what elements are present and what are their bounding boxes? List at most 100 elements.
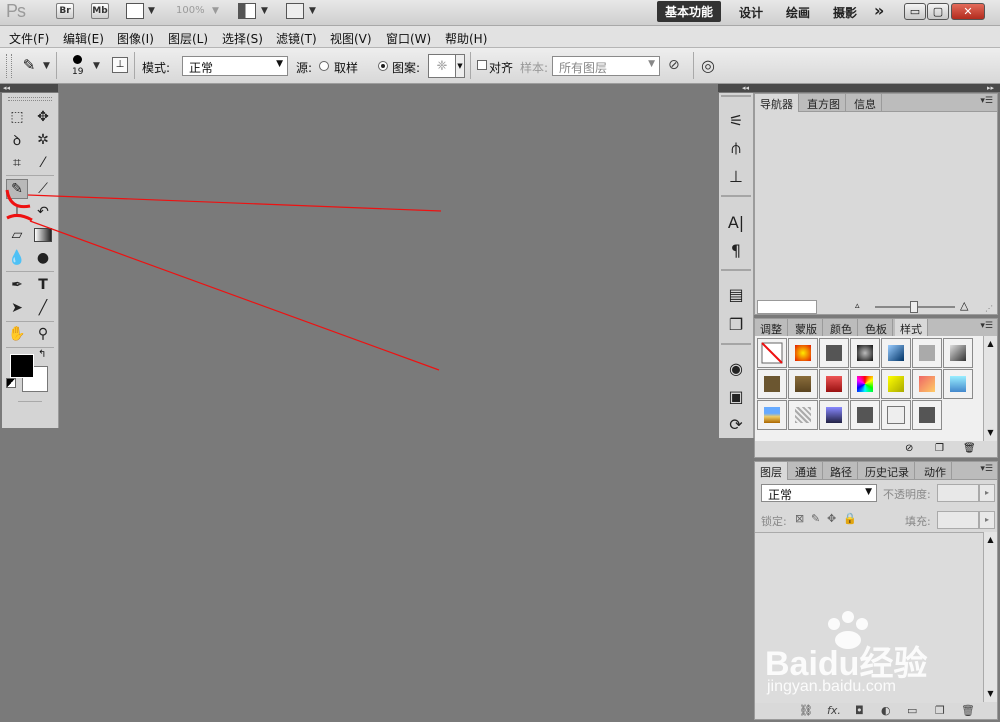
maximize-button[interactable]: ▢ [927, 3, 949, 20]
style-swatch[interactable] [912, 400, 942, 430]
healing-brush-icon[interactable]: ✎ [16, 54, 42, 76]
style-swatch[interactable] [819, 369, 849, 399]
zoom-tool-icon[interactable]: ⚲ [32, 324, 54, 344]
style-swatch[interactable] [788, 369, 818, 399]
tab-channels[interactable]: 通道 [790, 462, 823, 479]
zoom-in-icon[interactable]: △ [960, 299, 968, 312]
menu-window[interactable]: 窗口(W) [386, 30, 431, 47]
lock-transparent-icon[interactable]: ⊠ [795, 512, 804, 525]
gradient-tool-icon[interactable] [32, 225, 54, 245]
lock-position-icon[interactable]: ✥ [827, 512, 836, 525]
lock-all-icon[interactable]: 🔒 [843, 512, 857, 525]
menu-help[interactable]: 帮助(H) [445, 30, 487, 47]
type-tool-icon[interactable]: T [32, 275, 54, 295]
pattern-picker[interactable]: ❈ [428, 54, 456, 78]
panel-menu-icon[interactable]: ▾☰ [980, 321, 993, 331]
menu-filter[interactable]: 滤镜(T) [276, 30, 317, 47]
new-layer-icon[interactable]: ❐ [935, 704, 945, 717]
minimize-button[interactable]: ▭ [904, 3, 926, 20]
screen-mode-icon[interactable] [286, 3, 304, 19]
magic-wand-tool-icon[interactable]: ✲ [32, 130, 54, 150]
tab-masks[interactable]: 蒙版 [790, 319, 823, 336]
dock-collapse-bar[interactable]: ◂◂ ▸▸ [718, 84, 1000, 92]
opacity-slider-arrow[interactable]: ▸ [979, 484, 995, 502]
source-pattern-radio[interactable] [378, 61, 388, 71]
view-extras-icon[interactable] [126, 3, 144, 19]
workspace-painting[interactable]: 绘画 [786, 4, 810, 21]
style-swatch[interactable] [912, 338, 942, 368]
menu-image[interactable]: 图像(I) [117, 30, 154, 47]
style-swatch[interactable] [850, 369, 880, 399]
crop-tool-icon[interactable]: ⌗ [6, 153, 28, 173]
eraser-tool-icon[interactable]: ▱ [6, 225, 28, 245]
clear-style-icon[interactable]: ⊘ [905, 443, 913, 454]
style-swatch[interactable] [881, 369, 911, 399]
3d-panel-icon[interactable]: ◉ [725, 357, 747, 379]
bridge-button[interactable]: Br [56, 3, 74, 19]
foreground-color-swatch[interactable] [10, 354, 34, 378]
style-swatch[interactable] [850, 338, 880, 368]
style-swatch[interactable] [943, 369, 973, 399]
close-button[interactable]: ✕ [951, 3, 985, 20]
default-colors-icon[interactable] [6, 378, 16, 388]
pen-tool-icon[interactable]: ✒ [6, 275, 28, 295]
panel-menu-icon[interactable]: ▾☰ [980, 464, 993, 474]
tab-styles[interactable]: 样式 [895, 319, 928, 337]
tab-swatches[interactable]: 色板 [860, 319, 893, 336]
chevron-down-icon[interactable]: ▼ [43, 61, 50, 71]
history-brush-tool-icon[interactable]: ↶ [32, 202, 54, 222]
adjustment-layer-icon[interactable]: ◐ [881, 704, 891, 717]
new-style-icon[interactable]: ❐ [935, 443, 944, 454]
delete-layer-icon[interactable]: 🗑 [961, 704, 975, 717]
sample-select[interactable]: 所有图层 ▼ [552, 56, 660, 76]
chevron-down-icon[interactable]: ▼ [148, 6, 155, 16]
animation-panel-icon[interactable]: ▣ [725, 385, 747, 407]
opacity-field[interactable] [937, 484, 979, 502]
chevron-down-icon[interactable]: ▼ [212, 6, 219, 16]
style-swatch-none[interactable] [757, 338, 787, 368]
tab-navigator[interactable]: 导航器 [755, 94, 799, 112]
pressure-icon[interactable]: ◎ [701, 56, 715, 75]
style-swatch[interactable] [881, 400, 911, 430]
workspace-design[interactable]: 设计 [739, 4, 763, 21]
resize-grip-icon[interactable]: ⋰ [985, 304, 993, 313]
workspace-photography[interactable]: 摄影 [833, 4, 857, 21]
brush-panel-icon[interactable]: ⫛ [725, 137, 747, 159]
path-selection-tool-icon[interactable]: ➤ [6, 298, 28, 318]
link-layers-icon[interactable]: ⛓ [799, 704, 813, 717]
style-swatch[interactable] [819, 338, 849, 368]
layer-comps-icon[interactable]: ❐ [725, 313, 747, 335]
move-tool-icon[interactable]: ✥ [32, 107, 54, 127]
character-panel-icon[interactable]: A| [725, 211, 747, 233]
chevron-down-icon[interactable]: ▼ [261, 6, 268, 16]
menu-view[interactable]: 视图(V) [330, 30, 372, 47]
pattern-picker-arrow[interactable]: ▼ [456, 54, 465, 78]
chevron-down-icon[interactable]: ▼ [309, 6, 316, 16]
tab-color[interactable]: 颜色 [825, 319, 858, 336]
clone-stamp-tool-icon[interactable]: ⊥ [6, 202, 28, 222]
new-group-icon[interactable]: ▭ [907, 704, 917, 717]
toolbox-collapse-bar[interactable]: ◂◂ [0, 84, 58, 92]
eyedropper-tool-icon[interactable]: ⁄ [32, 153, 54, 173]
zoom-level[interactable]: 100% [176, 5, 205, 16]
blend-mode-select[interactable]: 正常 ▼ [761, 484, 877, 502]
chevron-down-icon[interactable]: ▼ [93, 61, 100, 71]
brush-presets-icon[interactable]: ⚟ [725, 109, 747, 131]
arrange-documents-icon[interactable] [238, 3, 256, 19]
tab-actions[interactable]: 动作 [919, 462, 952, 479]
dodge-tool-icon[interactable]: ● [32, 248, 54, 268]
layers-scrollbar[interactable]: ▲ ▼ [983, 532, 997, 702]
style-swatch[interactable] [757, 400, 787, 430]
tab-info[interactable]: 信息 [849, 94, 882, 111]
lock-image-icon[interactable]: ✎ [811, 512, 820, 525]
zoom-out-icon[interactable]: ▵ [855, 301, 860, 311]
style-swatch[interactable] [943, 338, 973, 368]
clone-source-icon[interactable]: ⊥ [112, 57, 128, 73]
styles-scrollbar[interactable]: ▲ ▼ [983, 336, 997, 441]
notes-panel-icon[interactable]: ▤ [725, 283, 747, 305]
line-tool-icon[interactable]: ╱ [32, 298, 54, 318]
marquee-tool-icon[interactable]: ⬚ [6, 107, 28, 127]
aligned-checkbox[interactable] [477, 60, 487, 70]
panel-menu-icon[interactable]: ▾☰ [980, 96, 993, 106]
fill-slider-arrow[interactable]: ▸ [979, 511, 995, 529]
